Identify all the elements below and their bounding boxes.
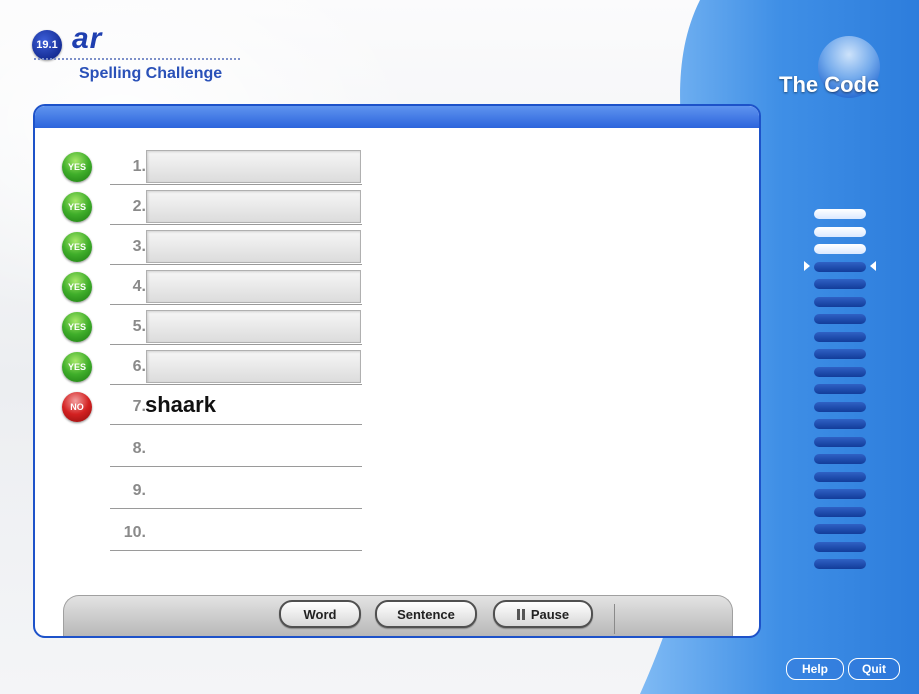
meter-bar-filled [814, 209, 866, 219]
title-divider [34, 58, 240, 60]
word-row: YES 5. [35, 310, 435, 345]
sound-title: ar [72, 22, 103, 55]
word-row: 10. [35, 516, 435, 551]
row-number: 4. [132, 278, 146, 295]
meter-bar [814, 489, 866, 499]
word-row: NO 7. shaark [35, 390, 435, 425]
lesson-badge: 19.1 [32, 30, 62, 60]
meter-bar [814, 506, 866, 517]
word-row: YES 1. [35, 150, 435, 185]
help-button[interactable]: Help [786, 658, 844, 680]
word-row: YES 4. [35, 270, 435, 305]
meter-bar [814, 366, 866, 377]
answer-box [146, 350, 361, 383]
answer-underline [110, 344, 362, 345]
meter-bar [814, 454, 866, 464]
answer-underline [110, 424, 362, 425]
control-divider [614, 604, 615, 634]
word-row: 9. [35, 474, 435, 509]
answer-underline [110, 264, 362, 265]
answer-underline [110, 224, 362, 225]
meter-bar-filled [814, 244, 866, 254]
meter-bar [814, 471, 866, 482]
correct-badge: YES [62, 232, 92, 262]
answer-underline [110, 466, 362, 467]
meter-bar [814, 384, 866, 394]
meter-bar [814, 261, 866, 272]
meter-pointer-left-icon [804, 261, 810, 271]
answer-box [146, 190, 361, 223]
row-number: 10. [123, 524, 146, 541]
word-row: YES 6. [35, 350, 435, 385]
typed-answer: shaark [145, 392, 216, 417]
meter-bar [814, 331, 866, 342]
word-row: YES 2. [35, 190, 435, 225]
meter-bar-filled [814, 226, 866, 237]
correct-badge: YES [62, 272, 92, 302]
word-button[interactable]: Word [279, 600, 361, 628]
answer-underline [110, 550, 362, 551]
word-row: YES 3. [35, 230, 435, 265]
correct-badge: YES [62, 312, 92, 342]
row-number: 7. [132, 398, 146, 415]
answer-box [146, 150, 361, 183]
answer-box [146, 230, 361, 263]
card-header-bar [35, 106, 759, 128]
pause-icon [521, 608, 525, 620]
meter-bar [814, 419, 866, 429]
row-number: 9. [132, 482, 146, 499]
activity-subtitle: Spelling Challenge [79, 65, 223, 82]
pause-label: Pause [530, 606, 570, 622]
answer-underline [110, 304, 362, 305]
row-number: 8. [132, 440, 146, 457]
meter-bar [814, 524, 866, 534]
meter-bar [814, 349, 866, 359]
word-row: 8. [35, 432, 435, 467]
incorrect-badge: NO [62, 392, 92, 422]
correct-badge: YES [62, 352, 92, 382]
correct-badge: YES [62, 152, 92, 182]
answer-underline [110, 384, 362, 385]
answer-box [146, 310, 361, 343]
correct-badge: YES [62, 192, 92, 222]
meter-bar [814, 296, 866, 307]
meter-bar [814, 314, 866, 324]
row-number: 3. [132, 238, 146, 255]
row-number: 6. [132, 358, 146, 375]
spelling-card: YES 1. YES 2. YES 3. YES 4. YES 5. YES 6. NO 7. shaark… [33, 104, 761, 638]
row-number: 5. [132, 318, 146, 335]
pause-button[interactable]: Pause [493, 600, 593, 628]
meter-bar [814, 436, 866, 447]
quit-button[interactable]: Quit [848, 658, 900, 680]
row-number: 1. [132, 158, 146, 175]
meter-pointer-right-icon [870, 261, 876, 271]
meter-bar [814, 279, 866, 289]
meter-bar [814, 401, 866, 412]
answer-box [146, 270, 361, 303]
answer-underline [110, 184, 362, 185]
pause-icon [516, 608, 520, 620]
sentence-button[interactable]: Sentence [375, 600, 477, 628]
row-number: 2. [132, 198, 146, 215]
meter-bar [814, 541, 866, 552]
meter-bar [814, 559, 866, 569]
side-panel-title: The Code [779, 72, 880, 97]
answer-underline [110, 508, 362, 509]
